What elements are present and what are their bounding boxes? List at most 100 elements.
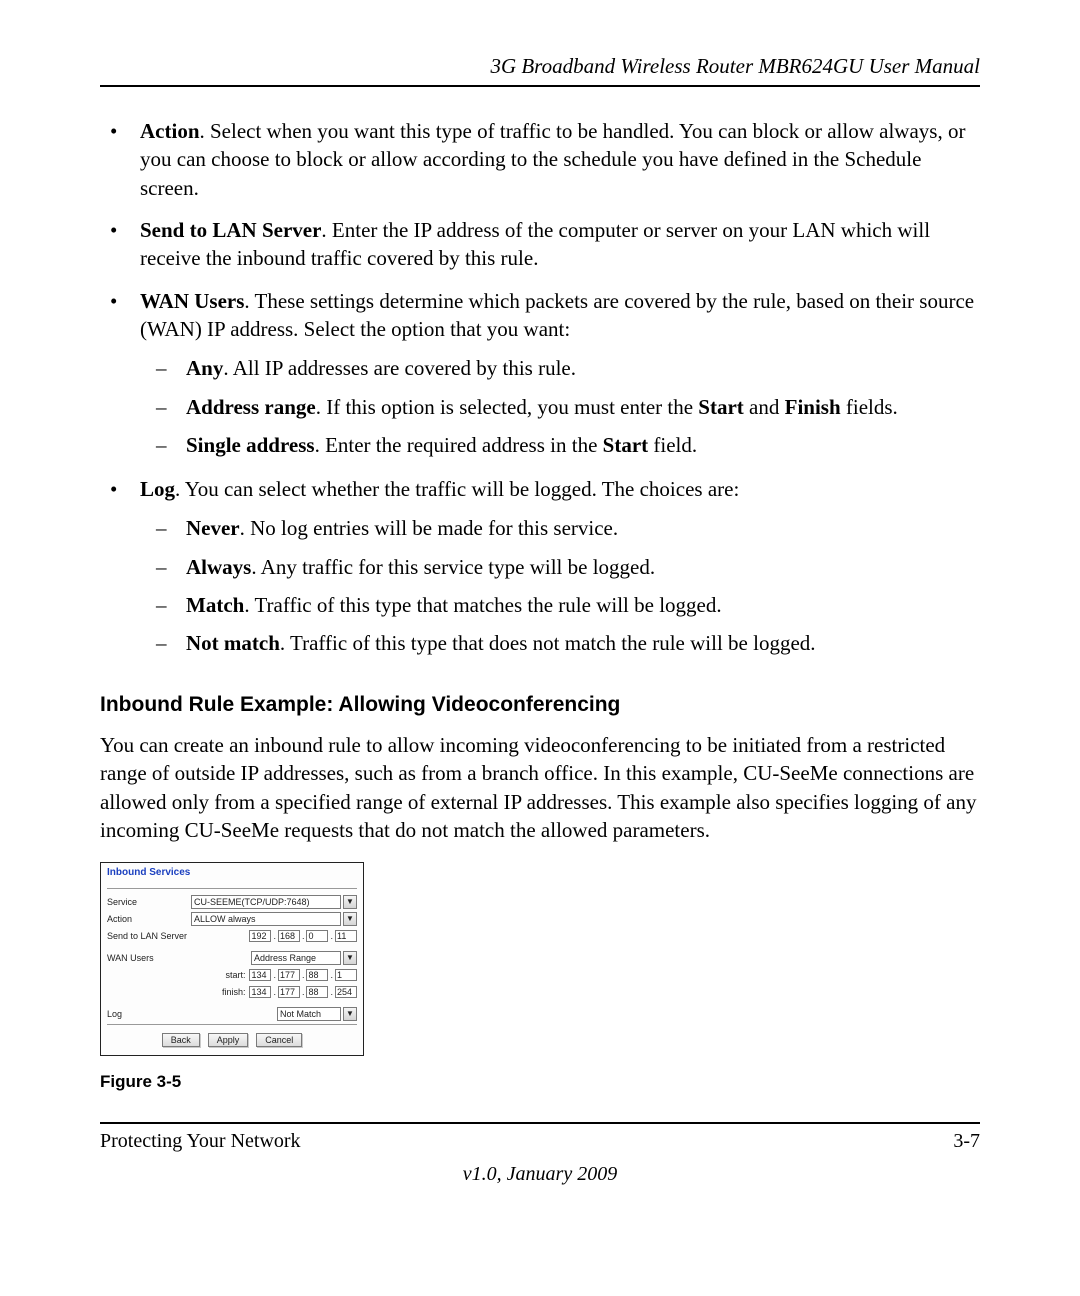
section-heading: Inbound Rule Example: Allowing Videoconf… bbox=[100, 693, 980, 717]
term-range: Address range bbox=[186, 395, 316, 419]
header-rule bbox=[100, 85, 980, 87]
inbound-services-panel: Inbound Services Service CU-SEEME(TCP/UD… bbox=[100, 862, 364, 1056]
apply-button[interactable]: Apply bbox=[208, 1033, 249, 1047]
bullet-wan-users: WAN Users. These settings determine whic… bbox=[134, 287, 980, 461]
log-value: Not Match bbox=[280, 1009, 321, 1019]
footer-left: Protecting Your Network bbox=[100, 1130, 301, 1153]
row-wan-users: WAN Users Address Range ▼ bbox=[107, 951, 357, 965]
footer-version: v1.0, January 2009 bbox=[100, 1163, 980, 1186]
term-match: Match bbox=[186, 593, 244, 617]
text-always: . Any traffic for this service type will… bbox=[251, 555, 655, 579]
back-button[interactable]: Back bbox=[162, 1033, 200, 1047]
service-value: CU-SEEME(TCP/UDP:7648) bbox=[194, 897, 310, 907]
term-notmatch: Not match bbox=[186, 631, 280, 655]
term-wan: WAN Users bbox=[140, 289, 244, 313]
term-always: Always bbox=[186, 555, 251, 579]
term-log: Log bbox=[140, 477, 175, 501]
row-send-lan: Send to LAN Server 192. 168. 0. 11 bbox=[107, 929, 357, 943]
label-send-lan: Send to LAN Server bbox=[107, 931, 191, 941]
lan-ip-1[interactable]: 192 bbox=[249, 930, 271, 942]
log-select[interactable]: Not Match bbox=[277, 1007, 341, 1021]
finish-ip-4[interactable]: 254 bbox=[335, 986, 357, 998]
finish-ip-group: 134. 177. 88. 254 bbox=[249, 986, 357, 998]
text-single-a: . Enter the required address in the bbox=[315, 433, 603, 457]
panel-rule bbox=[107, 888, 357, 889]
text-log: . You can select whether the traffic wil… bbox=[175, 477, 739, 501]
lan-ip-group: 192. 168. 0. 11 bbox=[249, 930, 357, 942]
row-log: Log Not Match ▼ bbox=[107, 1007, 357, 1021]
term-any: Any bbox=[186, 356, 223, 380]
label-action: Action bbox=[107, 914, 191, 924]
text-range-a: . If this option is selected, you must e… bbox=[316, 395, 699, 419]
text-notmatch: . Traffic of this type that does not mat… bbox=[280, 631, 816, 655]
start-ip-1[interactable]: 134 bbox=[249, 969, 271, 981]
finish-ip-2[interactable]: 177 bbox=[278, 986, 300, 998]
running-header: 3G Broadband Wireless Router MBR624GU Us… bbox=[100, 54, 980, 79]
page-footer: Protecting Your Network 3-7 v1.0, Januar… bbox=[100, 1122, 980, 1186]
log-sub-notmatch: Not match. Traffic of this type that doe… bbox=[180, 628, 980, 658]
wan-sub-any: Any. All IP addresses are covered by thi… bbox=[180, 353, 980, 383]
chevron-down-icon[interactable]: ▼ bbox=[343, 895, 357, 909]
text-single-b: field. bbox=[648, 433, 697, 457]
term-single-start: Start bbox=[603, 433, 649, 457]
log-sub-match: Match. Traffic of this type that matches… bbox=[180, 590, 980, 620]
term-start: Start bbox=[698, 395, 744, 419]
log-sub-always: Always. Any traffic for this service typ… bbox=[180, 552, 980, 582]
text-never: . No log entries will be made for this s… bbox=[240, 516, 618, 540]
wan-sub-single: Single address. Enter the required addre… bbox=[180, 430, 980, 460]
panel-title: Inbound Services bbox=[107, 867, 357, 878]
action-select[interactable]: ALLOW always bbox=[191, 912, 341, 926]
row-service: Service CU-SEEME(TCP/UDP:7648) ▼ bbox=[107, 895, 357, 909]
term-single: Single address bbox=[186, 433, 315, 457]
bullet-action: Action. Select when you want this type o… bbox=[134, 117, 980, 202]
log-sub-never: Never. No log entries will be made for t… bbox=[180, 513, 980, 543]
footer-right: 3-7 bbox=[953, 1130, 980, 1153]
cancel-button[interactable]: Cancel bbox=[256, 1033, 302, 1047]
text-match: . Traffic of this type that matches the … bbox=[244, 593, 721, 617]
row-start-ip: start: 134. 177. 88. 1 bbox=[107, 968, 357, 982]
chevron-down-icon[interactable]: ▼ bbox=[343, 912, 357, 926]
lan-ip-2[interactable]: 168 bbox=[278, 930, 300, 942]
text-wan: . These settings determine which packets… bbox=[140, 289, 974, 341]
section-paragraph: You can create an inbound rule to allow … bbox=[100, 731, 980, 844]
term-action: Action bbox=[140, 119, 200, 143]
text-range-mid: and bbox=[744, 395, 785, 419]
start-ip-2[interactable]: 177 bbox=[278, 969, 300, 981]
term-finish: Finish bbox=[785, 395, 841, 419]
text-range-b: fields. bbox=[841, 395, 898, 419]
action-value: ALLOW always bbox=[194, 914, 256, 924]
row-action: Action ALLOW always ▼ bbox=[107, 912, 357, 926]
label-start: start: bbox=[225, 970, 245, 980]
service-select[interactable]: CU-SEEME(TCP/UDP:7648) bbox=[191, 895, 341, 909]
label-log: Log bbox=[107, 1009, 191, 1019]
term-send-lan: Send to LAN Server bbox=[140, 218, 321, 242]
start-ip-group: 134. 177. 88. 1 bbox=[249, 969, 357, 981]
bullet-send-lan: Send to LAN Server. Enter the IP address… bbox=[134, 216, 980, 273]
wan-mode-value: Address Range bbox=[254, 953, 316, 963]
panel-rule-bottom bbox=[107, 1024, 357, 1025]
start-ip-4[interactable]: 1 bbox=[335, 969, 357, 981]
label-wan-users: WAN Users bbox=[107, 953, 191, 963]
finish-ip-3[interactable]: 88 bbox=[306, 986, 328, 998]
label-service: Service bbox=[107, 897, 191, 907]
text-any: . All IP addresses are covered by this r… bbox=[223, 356, 576, 380]
wan-sub-range: Address range. If this option is selecte… bbox=[180, 392, 980, 422]
text-action: . Select when you want this type of traf… bbox=[140, 119, 965, 200]
wan-sublist: Any. All IP addresses are covered by thi… bbox=[140, 353, 980, 460]
bullet-list: Action. Select when you want this type o… bbox=[100, 117, 980, 659]
log-sublist: Never. No log entries will be made for t… bbox=[140, 513, 980, 659]
lan-ip-4[interactable]: 11 bbox=[335, 930, 357, 942]
label-finish: finish: bbox=[222, 987, 246, 997]
start-ip-3[interactable]: 88 bbox=[306, 969, 328, 981]
figure-caption: Figure 3-5 bbox=[100, 1072, 980, 1092]
chevron-down-icon[interactable]: ▼ bbox=[343, 951, 357, 965]
footer-rule bbox=[100, 1122, 980, 1124]
lan-ip-3[interactable]: 0 bbox=[306, 930, 328, 942]
page: 3G Broadband Wireless Router MBR624GU Us… bbox=[0, 0, 1080, 1296]
bullet-log: Log. You can select whether the traffic … bbox=[134, 475, 980, 659]
wan-mode-select[interactable]: Address Range bbox=[251, 951, 341, 965]
term-never: Never bbox=[186, 516, 240, 540]
row-finish-ip: finish: 134. 177. 88. 254 bbox=[107, 985, 357, 999]
chevron-down-icon[interactable]: ▼ bbox=[343, 1007, 357, 1021]
finish-ip-1[interactable]: 134 bbox=[249, 986, 271, 998]
